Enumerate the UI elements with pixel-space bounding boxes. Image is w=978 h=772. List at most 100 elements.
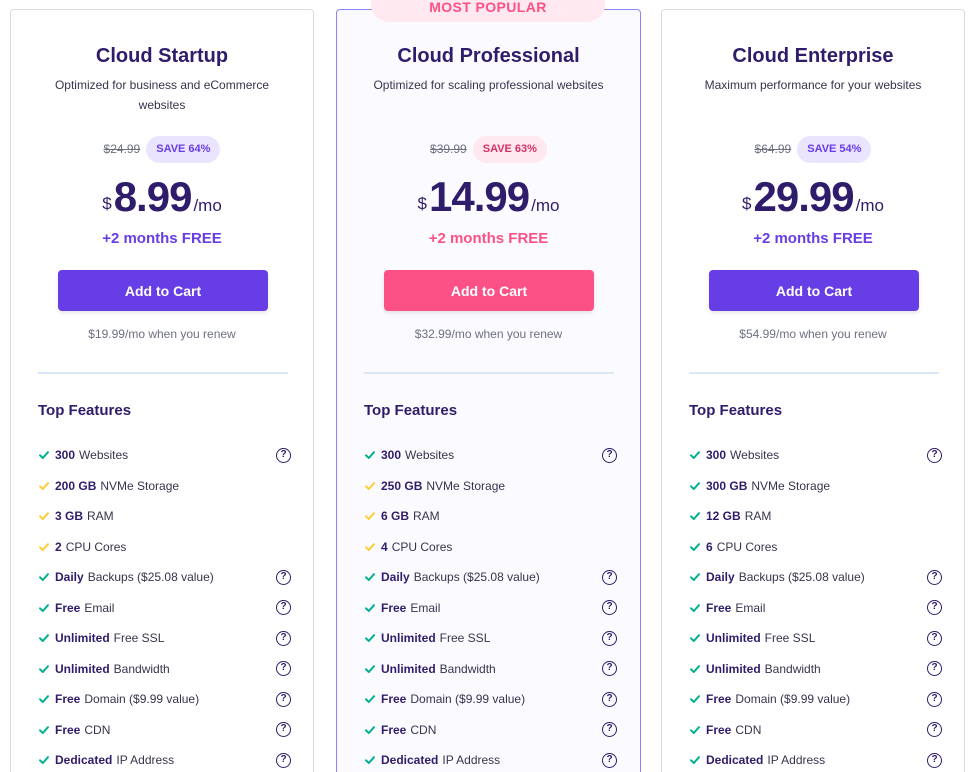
feature-label: IP Address — [116, 753, 175, 768]
feature-label: RAM — [87, 509, 114, 524]
check-icon — [365, 481, 375, 490]
add-to-cart-button[interactable]: Add to Cart — [384, 270, 594, 311]
feature-label: Free SSL — [113, 631, 165, 646]
feature-item: Free Domain ($9.99 value)? — [364, 684, 617, 715]
price: $ 8.99 /mo — [11, 173, 313, 221]
feature-label: NVMe Storage — [426, 478, 506, 493]
feature-item: 6 CPU Cores — [689, 532, 942, 563]
help-icon[interactable]: ? — [602, 600, 617, 616]
check-icon — [690, 481, 700, 490]
feature-label: Backups ($25.08 value) — [87, 570, 214, 585]
price-amount: 14.99 — [429, 173, 530, 220]
feature-item: Free Domain ($9.99 value)? — [38, 684, 291, 715]
feature-label: NVMe Storage — [100, 478, 180, 493]
feature-value: Dedicated — [706, 753, 764, 768]
feature-label: Email — [410, 600, 441, 615]
help-icon[interactable]: ? — [927, 600, 942, 616]
feature-value: Unlimited — [706, 661, 761, 676]
help-icon[interactable]: ? — [602, 661, 617, 677]
check-icon — [39, 725, 49, 734]
feature-label: Free SSL — [439, 631, 491, 646]
help-icon[interactable]: ? — [602, 752, 617, 768]
old-price: $64.99 — [754, 142, 792, 156]
feature-value: 4 — [381, 539, 388, 554]
feature-value: Unlimited — [55, 631, 110, 646]
help-icon[interactable]: ? — [276, 661, 291, 677]
help-icon[interactable]: ? — [927, 691, 942, 707]
feature-value: 300 — [381, 448, 402, 463]
feature-list: 300 Websites? 300 GB NVMe Storage 12 GB RAM 6 C… — [689, 440, 942, 772]
price-period: /mo — [193, 196, 222, 215]
feature-value: 300 — [55, 448, 76, 463]
bonus-months: +2 months FREE — [102, 230, 222, 247]
help-icon[interactable]: ? — [602, 569, 617, 585]
check-icon — [365, 634, 375, 643]
help-icon[interactable]: ? — [927, 752, 942, 768]
divider — [38, 372, 288, 374]
help-icon[interactable]: ? — [276, 447, 291, 463]
feature-item: 300 Websites? — [38, 440, 291, 471]
save-badge: SAVE 64% — [146, 135, 221, 163]
plan-description: Maximum performance for your websites — [704, 78, 922, 92]
features-title: Top Features — [689, 402, 783, 419]
help-icon[interactable]: ? — [276, 630, 291, 646]
help-icon[interactable]: ? — [927, 569, 942, 585]
feature-value: Unlimited — [706, 631, 761, 646]
feature-label: Websites — [405, 448, 455, 463]
feature-item: Unlimited Free SSL? — [364, 623, 617, 654]
add-to-cart-button[interactable]: Add to Cart — [709, 270, 919, 311]
feature-item: Dedicated IP Address? — [689, 745, 942, 772]
help-icon[interactable]: ? — [602, 447, 617, 463]
help-icon[interactable]: ? — [602, 691, 617, 707]
currency-symbol: $ — [742, 194, 752, 213]
help-icon[interactable]: ? — [276, 569, 291, 585]
help-icon[interactable]: ? — [602, 722, 617, 738]
feature-value: 250 GB — [381, 478, 423, 493]
price-amount: 29.99 — [753, 173, 855, 220]
help-icon[interactable]: ? — [276, 691, 291, 707]
feature-value: Free — [381, 722, 407, 737]
feature-label: CPU Cores — [65, 539, 127, 554]
feature-value: 300 GB — [706, 478, 748, 493]
help-icon[interactable]: ? — [927, 661, 942, 677]
feature-value: Free — [706, 692, 732, 707]
help-icon[interactable]: ? — [602, 630, 617, 646]
check-icon — [690, 512, 700, 521]
old-price: $39.99 — [430, 142, 467, 156]
feature-item: Daily Backups ($25.08 value)? — [38, 562, 291, 593]
renewal-price: $32.99/mo when you renew — [414, 327, 563, 341]
feature-value: 6 — [706, 539, 713, 554]
feature-label: Domain ($9.99 value) — [735, 692, 851, 707]
feature-item: Unlimited Bandwidth? — [689, 654, 942, 685]
renewal-price: $19.99/mo when you renew — [88, 327, 236, 341]
help-icon[interactable]: ? — [276, 752, 291, 768]
check-icon — [39, 512, 49, 521]
feature-item: 200 GB NVMe Storage — [38, 471, 291, 502]
feature-value: 2 — [55, 539, 62, 554]
feature-item: Free Email? — [364, 593, 617, 624]
feature-label: Bandwidth — [764, 661, 821, 676]
add-to-cart-button[interactable]: Add to Cart — [58, 270, 268, 311]
plan-name: Cloud Professional — [397, 45, 580, 67]
feature-label: Websites — [730, 448, 780, 463]
feature-item: Dedicated IP Address? — [38, 745, 291, 772]
check-icon — [39, 603, 49, 612]
check-icon — [39, 451, 49, 460]
feature-label: Email — [84, 600, 115, 615]
plan-name: Cloud Startup — [95, 45, 229, 67]
feature-value: Unlimited — [55, 661, 110, 676]
feature-label: IP Address — [767, 753, 826, 768]
feature-value: Unlimited — [381, 661, 436, 676]
save-badge: SAVE 63% — [472, 135, 547, 163]
feature-label: Backups ($25.08 value) — [413, 570, 540, 585]
help-icon[interactable]: ? — [927, 447, 942, 463]
feature-value: Daily — [55, 570, 84, 585]
help-icon[interactable]: ? — [927, 630, 942, 646]
help-icon[interactable]: ? — [927, 722, 942, 738]
renewal-price: $54.99/mo when you renew — [739, 327, 887, 341]
feature-label: CDN — [410, 722, 437, 737]
help-icon[interactable]: ? — [276, 722, 291, 738]
help-icon[interactable]: ? — [276, 600, 291, 616]
feature-item: Daily Backups ($25.08 value)? — [364, 562, 617, 593]
feature-item: Free Email? — [689, 593, 942, 624]
